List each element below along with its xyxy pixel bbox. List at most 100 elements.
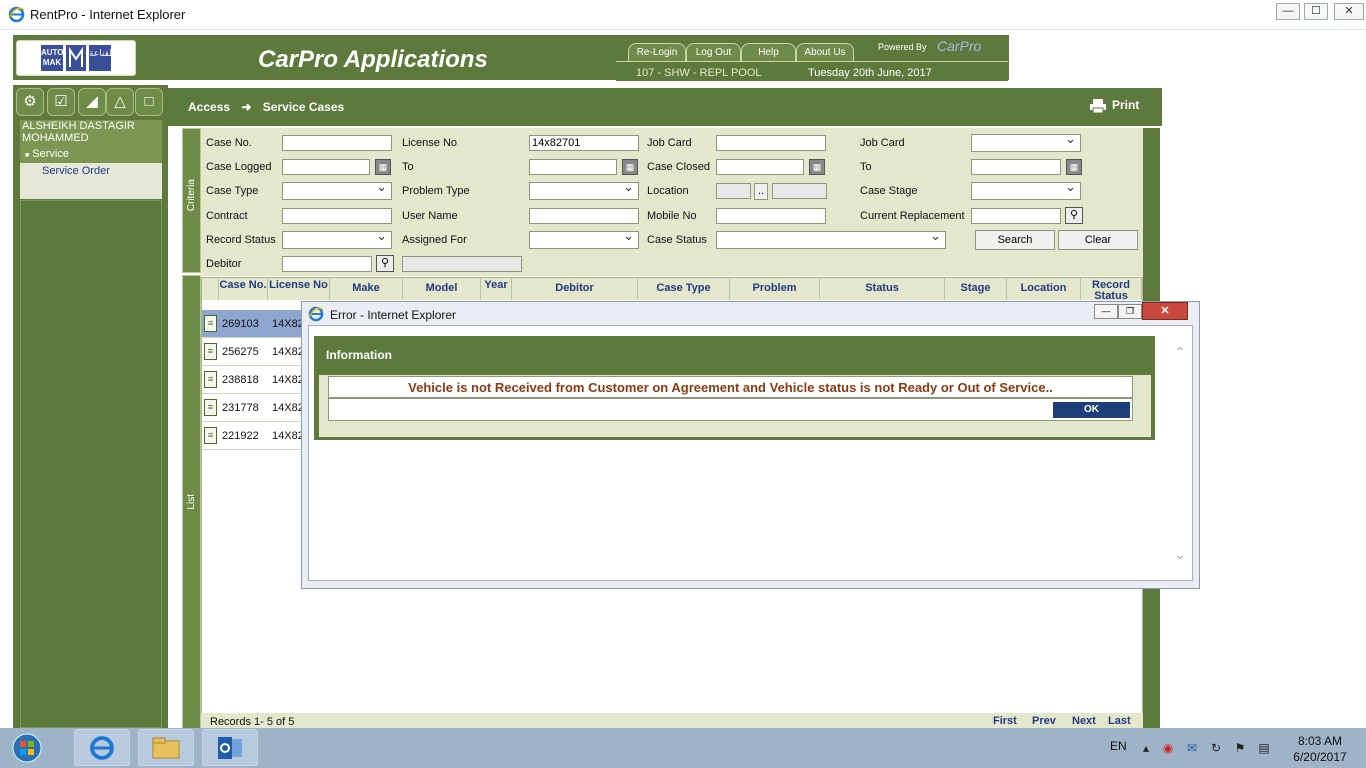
search-icon[interactable]: ⚲ (376, 255, 394, 272)
dialog-scrollbar[interactable]: ⌃ ⌄ (1172, 340, 1190, 575)
col-debitor[interactable]: Debitor (512, 278, 638, 300)
dialog-close-button[interactable]: ✕ (1142, 302, 1188, 320)
col-stage[interactable]: Stage (945, 278, 1007, 300)
show-hidden-icons-icon[interactable]: ▴ (1138, 741, 1154, 755)
user-name-input[interactable] (529, 208, 639, 224)
calendar-icon[interactable]: ▦ (375, 159, 391, 175)
logout-tab[interactable]: Log Out (686, 43, 741, 61)
checklist-icon[interactable]: ☑ (47, 88, 75, 116)
problem-type-select[interactable] (529, 179, 639, 200)
relogin-tab[interactable]: Re-Login (628, 43, 686, 61)
document-icon[interactable]: ≡ (204, 427, 217, 444)
pager-first[interactable]: First (993, 715, 1017, 727)
taskbar-explorer-icon[interactable] (138, 729, 194, 766)
case-logged-to-input[interactable] (529, 159, 617, 175)
start-button[interactable] (4, 728, 50, 768)
table-row[interactable]: ≡ 231778 14X82 (202, 394, 304, 422)
minimize-button[interactable]: — (1276, 3, 1300, 20)
col-year[interactable]: Year (481, 278, 512, 300)
dialog-minimize-button[interactable]: — (1094, 304, 1118, 319)
maximize-button[interactable]: ☐ (1304, 3, 1328, 20)
table-row[interactable]: ≡ 238818 14X82 (202, 366, 304, 394)
case-closed-to-input[interactable] (971, 159, 1061, 175)
location-name-input[interactable] (772, 183, 827, 199)
network-icon[interactable]: ▤ (1256, 741, 1272, 755)
table-row[interactable]: ≡ 256275 14X82 (202, 338, 304, 366)
case-no-cell: 238818 (222, 374, 259, 386)
breadcrumb-access[interactable]: Access (188, 100, 230, 114)
app-title: CarPro Applications (258, 46, 488, 73)
close-window-button[interactable]: ✕ (1334, 3, 1364, 20)
case-status-select[interactable] (716, 228, 946, 249)
col-problem[interactable]: Problem (730, 278, 820, 300)
language-indicator[interactable]: EN (1110, 739, 1127, 753)
job-card-input[interactable] (716, 135, 826, 151)
contract-input[interactable] (282, 208, 392, 224)
sync-icon[interactable]: ↻ (1208, 741, 1224, 755)
menu-service-label: Service (32, 148, 69, 160)
calendar-icon[interactable]: ▦ (809, 159, 825, 175)
document-icon[interactable]: ≡ (204, 315, 217, 332)
taskbar-clock[interactable]: 8:03 AM 6/20/2017 (1284, 733, 1356, 765)
action-center-flag-icon[interactable]: ⚑ (1232, 741, 1248, 755)
case-no-input[interactable] (282, 135, 392, 151)
mobile-no-input[interactable] (716, 208, 826, 224)
document-icon[interactable]: ≡ (204, 371, 217, 388)
document-icon[interactable]: ≡ (204, 343, 217, 360)
pager-prev[interactable]: Prev (1032, 715, 1056, 727)
outlook-tray-icon[interactable]: ✉ (1184, 741, 1200, 755)
antivirus-icon[interactable]: ◉ (1160, 741, 1176, 755)
stairs-icon[interactable]: ◢ (78, 88, 106, 116)
case-type-select[interactable] (282, 179, 392, 200)
ok-button[interactable]: OK (1053, 402, 1130, 418)
dialog-maximize-button[interactable]: ❐ (1118, 304, 1142, 319)
debitor-input[interactable] (282, 256, 372, 272)
col-case-no[interactable]: Case No. (219, 278, 268, 300)
assigned-for-select[interactable] (529, 228, 639, 249)
car-front-icon[interactable]: □ (135, 88, 163, 116)
criteria-tab[interactable]: Criteria (182, 128, 201, 273)
case-stage-select[interactable] (971, 179, 1081, 200)
col-case-type[interactable]: Case Type (638, 278, 730, 300)
search-icon[interactable]: ⚲ (1065, 207, 1083, 224)
col-make[interactable]: Make (330, 278, 403, 300)
record-status-label: Record Status (206, 234, 276, 246)
gears-icon[interactable]: ⚙ (16, 88, 44, 116)
clock-date: 6/20/2017 (1293, 750, 1347, 764)
current-replacement-input[interactable] (971, 208, 1061, 224)
license-no-input[interactable]: 14x82701 (529, 135, 639, 151)
taskbar-outlook-icon[interactable] (202, 729, 258, 766)
clear-button[interactable]: Clear (1058, 230, 1138, 250)
taskbar-ie-icon[interactable] (74, 729, 130, 766)
print-button[interactable]: Print (1090, 98, 1140, 114)
pager-next[interactable]: Next (1072, 715, 1096, 727)
location-code-input[interactable] (716, 183, 751, 199)
menu-service[interactable]: ■ Service (20, 146, 162, 163)
record-status-select[interactable] (282, 228, 392, 249)
list-tab[interactable]: List (182, 275, 201, 730)
col-record-status[interactable]: Record Status (1081, 278, 1142, 300)
calendar-icon[interactable]: ▦ (1066, 159, 1082, 175)
case-logged-input[interactable] (282, 159, 370, 175)
document-icon[interactable]: ≡ (204, 399, 217, 416)
location-lookup-button[interactable]: .. (754, 183, 768, 200)
col-model[interactable]: Model (403, 278, 481, 300)
menu-service-order[interactable]: Service Order (20, 163, 162, 182)
col-status[interactable]: Status (820, 278, 945, 300)
pager-last[interactable]: Last (1108, 715, 1131, 727)
search-button[interactable]: Search (975, 230, 1055, 250)
scroll-up-icon[interactable]: ⌃ (1174, 344, 1186, 361)
scroll-down-icon[interactable]: ⌄ (1174, 546, 1186, 563)
print-label: Print (1112, 98, 1140, 112)
help-tab[interactable]: Help (741, 43, 796, 61)
col-license-no[interactable]: License No (268, 278, 330, 300)
calendar-icon[interactable]: ▦ (622, 159, 638, 175)
job-card-select[interactable] (971, 131, 1081, 152)
table-row[interactable]: ≡ 221922 14X82 (202, 422, 304, 450)
car-icon[interactable]: △ (106, 88, 134, 116)
table-row[interactable]: ≡ 269103 14X82 (202, 310, 304, 338)
printer-icon (1090, 98, 1106, 114)
about-us-tab[interactable]: About Us (796, 43, 854, 61)
col-location[interactable]: Location (1007, 278, 1081, 300)
case-closed-input[interactable] (716, 159, 804, 175)
